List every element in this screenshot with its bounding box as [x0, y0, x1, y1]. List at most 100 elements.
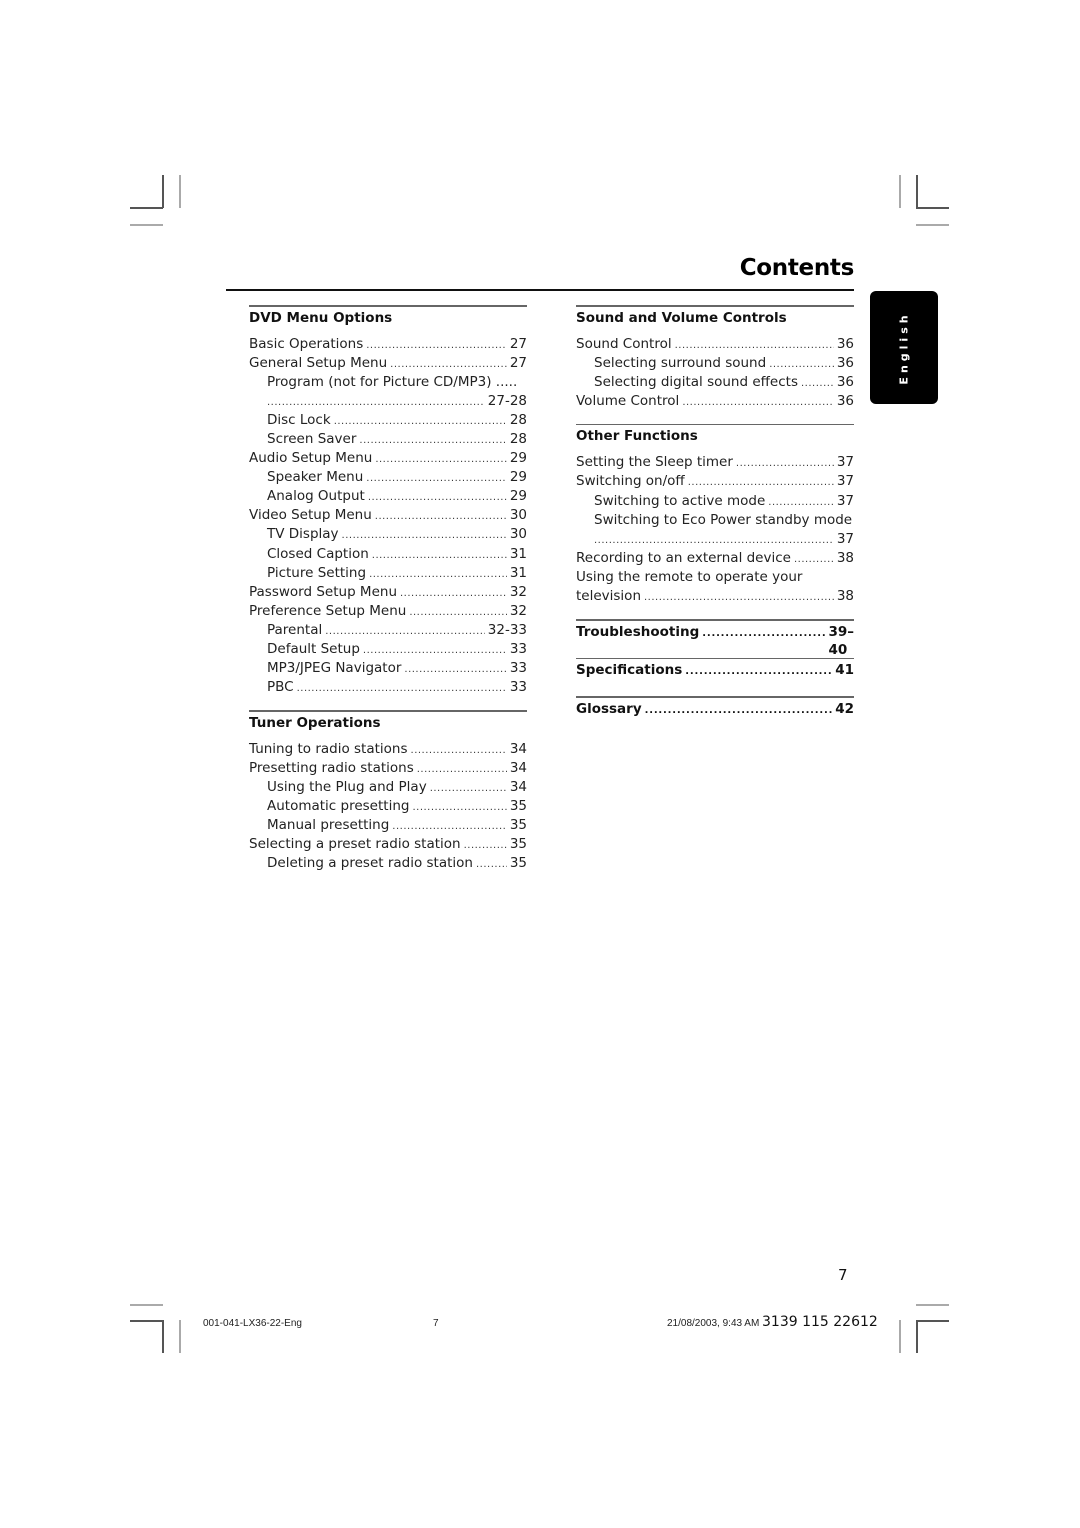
toc-entry[interactable]: PBC 33: [249, 678, 527, 697]
entry-page: 39–40: [828, 623, 854, 658]
toc-entry[interactable]: Sound Control 36: [576, 335, 854, 354]
entry-page: 35: [509, 836, 527, 853]
toc-entry[interactable]: Deleting a preset radio station 35: [249, 854, 527, 873]
toc-entry[interactable]: Picture Setting 31: [249, 564, 527, 583]
crop-mark: [162, 1320, 164, 1353]
dot-leader: [342, 526, 507, 545]
toc-entry[interactable]: Volume Control 36: [576, 392, 854, 411]
entry-label: Switching to active mode: [594, 492, 766, 509]
toc-entry[interactable]: Selecting a preset radio station 35: [249, 835, 527, 854]
entry-label: Recording to an external device: [576, 549, 791, 566]
dot-leader: [267, 393, 485, 412]
entry-page: 32: [509, 583, 527, 600]
language-tab: English: [870, 291, 938, 404]
dot-leader: [645, 702, 833, 720]
toc-entry[interactable]: Manual presetting 35: [249, 816, 527, 835]
entry-page: 29: [509, 469, 527, 486]
toc-entry[interactable]: 27-28: [249, 392, 527, 411]
dot-leader: [390, 355, 507, 374]
page-number: 7: [838, 1266, 848, 1284]
toc-entry[interactable]: Screen Saver 28: [249, 430, 527, 449]
toc-entry[interactable]: Selecting surround sound 36: [576, 354, 854, 373]
entry-label: TV Display: [267, 526, 339, 543]
toc-entry[interactable]: Password Setup Menu 32: [249, 583, 527, 602]
toc-section: Sound and Volume Controls Sound Control 36…: [576, 305, 854, 411]
entry-page: 34: [509, 759, 527, 776]
toc-entry[interactable]: Audio Setup Menu 29: [249, 449, 527, 468]
toc-entry[interactable]: Video Setup Menu 30: [249, 506, 527, 525]
toc-entry[interactable]: television 38: [576, 587, 854, 606]
toc-entry[interactable]: Switching on/off 37: [576, 472, 854, 491]
entry-page: 27: [509, 354, 527, 371]
toc-entry[interactable]: Default Setup 33: [249, 640, 527, 659]
toc-entry[interactable]: Switching to active mode 37: [576, 492, 854, 511]
dot-leader: [411, 741, 507, 760]
crop-mark: [179, 1320, 181, 1353]
dot-leader: [368, 488, 507, 507]
toc-entry[interactable]: Speaker Menu 29: [249, 468, 527, 487]
dot-leader: [404, 660, 506, 679]
crop-mark: [162, 175, 164, 208]
section-rule: [576, 657, 854, 660]
toc-entry[interactable]: Parental 32-33: [249, 621, 527, 640]
entry-label: Sound Control: [576, 335, 672, 352]
entry-label: Video Setup Menu: [249, 507, 372, 524]
footer-part-number: 3139 115 22612: [762, 1314, 878, 1330]
toc-entry[interactable]: Switching to Eco Power standby mode: [576, 511, 854, 530]
dot-leader: [702, 625, 825, 643]
entry-page: 33: [509, 641, 527, 657]
toc-entry[interactable]: TV Display 30: [249, 525, 527, 544]
dot-leader: [685, 663, 832, 681]
toc-entry[interactable]: Basic Operations 27: [249, 335, 527, 354]
toc-entry[interactable]: Automatic presetting 35: [249, 797, 527, 816]
entry-page: 29: [509, 450, 527, 467]
entry-label: Deleting a preset radio station: [267, 855, 473, 872]
toc-entry[interactable]: Preference Setup Menu 32: [249, 602, 527, 621]
language-tab-label: English: [897, 310, 911, 385]
entry-label: Speaker Menu: [267, 469, 364, 486]
toc-entry[interactable]: Using the remote to operate your: [576, 568, 854, 587]
entry-label: Switching on/off: [576, 473, 685, 490]
dot-leader: [675, 336, 834, 355]
section-heading: DVD Menu Options: [249, 309, 393, 326]
entry-label: Switching to Eco Power standby mode: [594, 511, 853, 528]
toc-entry[interactable]: Tuning to radio stations 34: [249, 740, 527, 759]
entry-page: 32: [509, 602, 527, 619]
dot-leader: [768, 493, 834, 512]
toc-entry[interactable]: Setting the Sleep timer 37: [576, 453, 854, 472]
toc-entry[interactable]: General Setup Menu 27: [249, 354, 527, 373]
footer-file-code: 001-041-LX36-22-Eng: [203, 1318, 302, 1329]
toc-major-entry[interactable]: Specifications 41: [576, 661, 854, 683]
entry-label: Basic Operations: [249, 335, 364, 352]
toc-entry[interactable]: Closed Caption 31: [249, 545, 527, 564]
toc-entry[interactable]: Using the Plug and Play 34: [249, 778, 527, 797]
entry-label: Automatic presetting: [267, 798, 410, 815]
crop-mark: [130, 207, 163, 209]
entry-page: 33: [509, 679, 527, 696]
section-heading: Other Functions: [576, 428, 698, 445]
dot-leader: [363, 641, 507, 660]
entry-page: 35: [509, 798, 527, 815]
toc-entry[interactable]: Analog Output 29: [249, 487, 527, 506]
toc-entry[interactable]: Program (not for Picture CD/MP3) .....: [249, 373, 527, 392]
entry-page: 28: [509, 430, 527, 447]
crop-mark: [916, 175, 918, 208]
dot-leader: [392, 817, 507, 836]
toc-entry[interactable]: MP3/JPEG Navigator 33: [249, 659, 527, 678]
entry-page: 27: [509, 335, 527, 352]
crop-mark: [899, 1320, 901, 1353]
toc-entry[interactable]: Recording to an external device 38: [576, 549, 854, 568]
entry-label: Parental: [267, 621, 323, 638]
entry-page: 30: [509, 526, 527, 543]
toc-entry[interactable]: 37: [576, 530, 854, 549]
toc-entry[interactable]: Selecting digital sound effects 36: [576, 373, 854, 392]
toc-major-entry[interactable]: Troubleshooting 39–40: [576, 623, 854, 658]
toc-major-entry[interactable]: Glossary 42: [576, 700, 854, 722]
entry-page: 37: [836, 530, 854, 547]
toc-entry[interactable]: Disc Lock 28: [249, 411, 527, 430]
dot-leader: [794, 550, 834, 569]
entry-page: 29: [509, 488, 527, 505]
entry-label: Closed Caption: [267, 545, 369, 562]
toc-entry[interactable]: Presetting radio stations 34: [249, 759, 527, 778]
